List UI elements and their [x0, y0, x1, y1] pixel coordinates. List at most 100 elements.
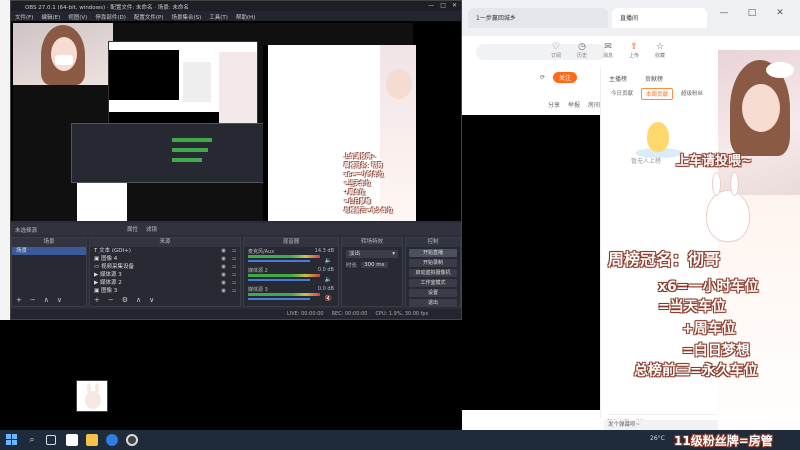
- follow-button[interactable]: 关注: [553, 71, 578, 83]
- search-icon[interactable]: ⌕: [26, 434, 38, 446]
- properties-button[interactable]: 属性: [127, 225, 138, 233]
- menu-file[interactable]: 文件(F): [15, 13, 33, 21]
- start-recording-button[interactable]: 开始录制: [409, 259, 457, 267]
- transition-select[interactable]: 淡出 ▾: [346, 250, 398, 258]
- gear-icon[interactable]: ⚙: [122, 296, 128, 304]
- source-item[interactable]: T 文本 (GDI+) ◉ ▫: [90, 247, 240, 255]
- lock-icon[interactable]: ▫: [232, 247, 236, 255]
- menu-help[interactable]: 帮助(H): [236, 13, 255, 21]
- lock-icon[interactable]: ▫: [232, 255, 236, 263]
- tab-today[interactable]: 今日贡献: [607, 88, 637, 100]
- lock-icon[interactable]: ▫: [232, 271, 236, 279]
- source-item[interactable]: ▣ 图像 4 ◉ ▫: [90, 255, 240, 263]
- tab-super-fans[interactable]: 超级粉丝: [677, 88, 707, 100]
- volume-meter: [248, 255, 320, 258]
- image-icon: ▣: [94, 288, 100, 294]
- store-icon[interactable]: [66, 434, 78, 446]
- speaker-icon[interactable]: 🔈: [325, 276, 332, 283]
- rec-status: REC: 00:00:00: [331, 311, 368, 317]
- preview-webcam: [13, 23, 113, 85]
- lock-icon[interactable]: ▫: [232, 279, 236, 287]
- source-item[interactable]: ▶ 媒体源 3 ◉ ▫: [90, 271, 240, 279]
- filters-button[interactable]: 滤镜: [146, 225, 157, 233]
- sources-dock: 来源 T 文本 (GDI+) ◉ ▫ ▣ 图像 4 ◉ ▫ ▭ 视频采集设备 ◉ ▫ ▶ 媒…: [89, 237, 241, 307]
- volume-slider[interactable]: [248, 279, 310, 281]
- obs-app-icon[interactable]: [126, 434, 138, 446]
- scenes-header: 场景: [12, 238, 86, 247]
- play-icon: ▶: [94, 280, 99, 286]
- message-icon: ✉: [604, 42, 612, 52]
- start-virtual-camera-button[interactable]: 启动虚拟摄像机: [409, 269, 457, 277]
- eye-icon[interactable]: ◉: [221, 271, 226, 279]
- menu-edit[interactable]: 编辑(E): [41, 13, 60, 21]
- remove-icon[interactable]: −: [108, 296, 114, 304]
- maximize-icon[interactable]: □: [440, 2, 446, 9]
- subscribe-nav[interactable]: ♡ 订阅: [548, 42, 564, 66]
- heart-icon: ♡: [551, 42, 561, 52]
- windows-start-icon[interactable]: [6, 434, 18, 446]
- duration-label: 时长: [346, 263, 358, 269]
- scene-item[interactable]: 场景: [12, 247, 86, 255]
- upload-nav[interactable]: ⇪ 上传: [626, 42, 642, 66]
- add-icon[interactable]: +: [16, 296, 22, 304]
- browser-tab-1[interactable]: 1一步赢回城乡: [468, 8, 608, 28]
- upload-icon: ⇪: [630, 42, 638, 52]
- channel-level: 14.3 dB: [314, 248, 334, 254]
- obs-preview[interactable]: 上车请投喂~ 周榜冠名：彻哥 x6=一小时车位 =当天车位 +周车位 =白日梦想…: [11, 21, 461, 221]
- start-streaming-button[interactable]: 开始直播: [409, 249, 457, 257]
- share-link[interactable]: 分享: [548, 100, 560, 109]
- speaker-icon[interactable]: 🔈: [325, 257, 332, 264]
- menu-profile[interactable]: 配置文件(P): [134, 13, 164, 21]
- message-nav[interactable]: ✉ 消息: [600, 42, 616, 66]
- minimize-icon[interactable]: —: [428, 2, 434, 9]
- muted-speaker-icon[interactable]: 🔇: [325, 295, 332, 302]
- preview-canvas: 上车请投喂~ 周榜冠名：彻哥 x6=一小时车位 =当天车位 +周车位 =白日梦想…: [13, 23, 416, 221]
- chat-input[interactable]: 发个弹幕呗~: [604, 420, 718, 430]
- lock-icon[interactable]: ▫: [232, 263, 236, 271]
- favorite-nav[interactable]: ☆ 收藏: [652, 42, 668, 66]
- exit-button[interactable]: 退出: [409, 299, 457, 307]
- menu-view[interactable]: 视图(V): [68, 13, 87, 21]
- task-view-icon[interactable]: [46, 435, 56, 445]
- eye-icon[interactable]: ◉: [221, 279, 226, 287]
- move-up-icon[interactable]: ∧: [136, 296, 141, 304]
- lock-icon[interactable]: ▫: [232, 287, 236, 295]
- remove-icon[interactable]: −: [30, 296, 36, 304]
- move-down-icon[interactable]: ∨: [149, 296, 154, 304]
- history-nav[interactable]: ◷ 历史: [574, 42, 590, 66]
- rank-title[interactable]: 主播榜: [609, 74, 627, 83]
- menu-docks[interactable]: 停靠部件(D): [95, 13, 126, 21]
- close-icon[interactable]: ✕: [452, 2, 457, 9]
- menu-scene-collection[interactable]: 场景集合(S): [171, 13, 201, 21]
- preview-notes: 上车请投喂~ 周榜冠名：彻哥 x6=一小时车位 =当天车位 +周车位 =白日梦想…: [344, 153, 424, 216]
- move-up-icon[interactable]: ∧: [44, 296, 49, 304]
- eye-icon[interactable]: ◉: [221, 247, 226, 255]
- eye-icon[interactable]: ◉: [221, 255, 226, 263]
- source-item[interactable]: ▶ 媒体源 2 ◉ ▫: [90, 279, 240, 287]
- weather-widget[interactable]: 26°C: [650, 435, 665, 442]
- duration-input[interactable]: 300 ms: [361, 262, 388, 268]
- browser-tab-2[interactable]: 直播间: [612, 8, 707, 28]
- edge-browser-icon[interactable]: [106, 434, 118, 446]
- settings-button[interactable]: 设置: [409, 289, 457, 297]
- source-item[interactable]: ▭ 视频采集设备 ◉ ▫: [90, 263, 240, 271]
- source-item[interactable]: ▣ 图像 3 ◉ ▫: [90, 287, 240, 295]
- overlay-line-2: =当天车位: [658, 299, 726, 315]
- tab-week[interactable]: 本周贡献: [641, 88, 674, 100]
- obs-statusbar: LIVE: 00:00:00 REC: 00:00:00 CPU: 1.9%, …: [11, 309, 461, 319]
- move-down-icon[interactable]: ∨: [57, 296, 62, 304]
- rank-extra[interactable]: 贡献榜: [645, 74, 663, 83]
- volume-slider[interactable]: [248, 260, 310, 262]
- volume-slider[interactable]: [248, 298, 310, 300]
- eye-icon[interactable]: ◉: [221, 263, 226, 271]
- studio-mode-button[interactable]: 工作室模式: [409, 279, 457, 287]
- menu-tools[interactable]: 工具(T): [209, 13, 228, 21]
- eye-icon[interactable]: ◉: [221, 287, 226, 295]
- mixer-dock: 混音器 麦克风/Aux 14.3 dB 🔈 媒体源 2 0.0 dB 🔈 媒体源…: [243, 237, 339, 307]
- mixer-channel: 媒体源 3 0.0 dB 🔇: [244, 285, 338, 304]
- text-icon: T: [94, 248, 98, 254]
- refresh-icon[interactable]: ⟳: [540, 74, 545, 81]
- add-icon[interactable]: +: [94, 296, 100, 304]
- file-explorer-icon[interactable]: [86, 434, 98, 446]
- report-link[interactable]: 举报: [568, 100, 580, 109]
